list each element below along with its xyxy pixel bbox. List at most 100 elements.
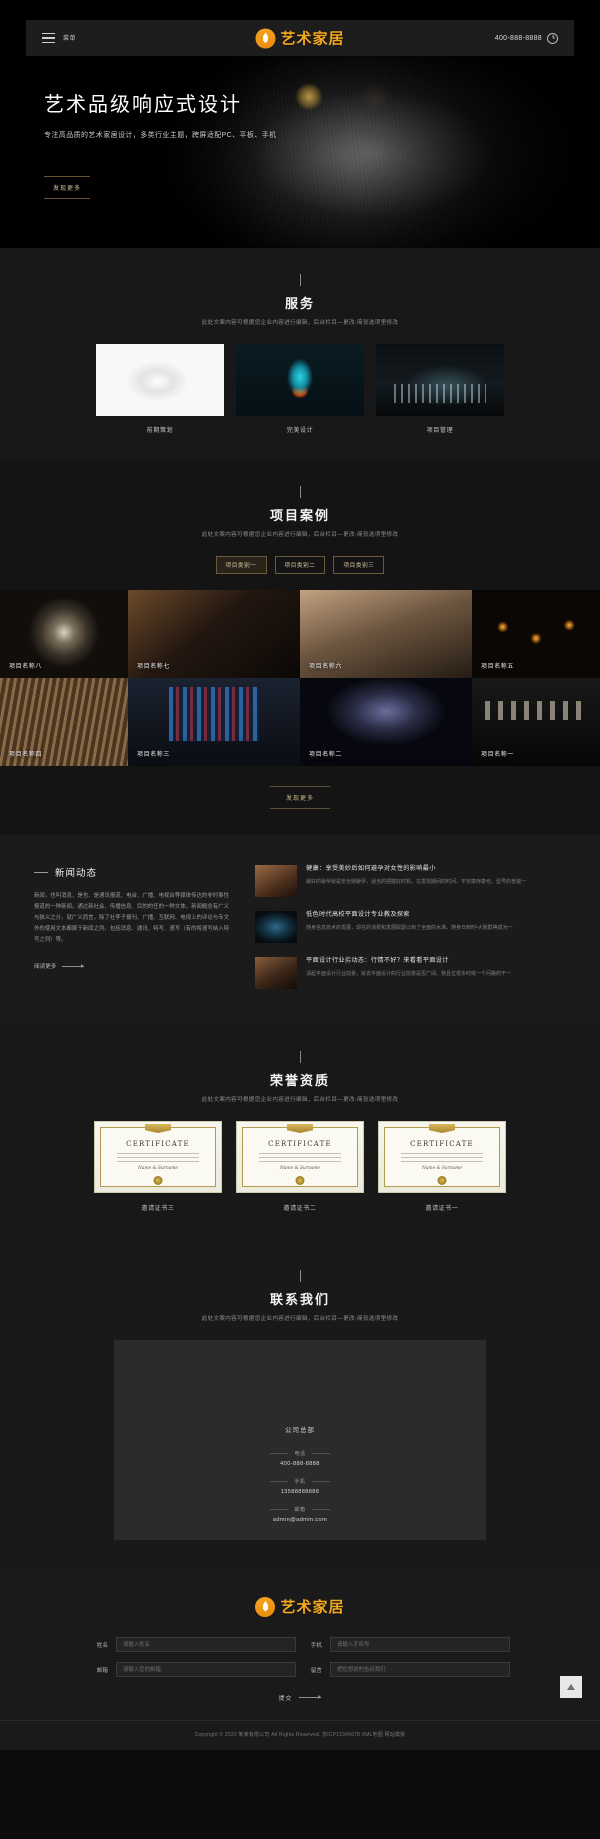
news-more-button[interactable]: 阅读更多 — [34, 962, 229, 970]
project-tile[interactable]: 项目名称八 — [0, 590, 128, 678]
honors-title: 荣誉资质 — [269, 1073, 330, 1088]
section-tick — [299, 486, 301, 498]
contact-header: 联系我们 此处文案内容可根据您企业内容进行编辑，后台栏目—更改-简张选项里修改 — [0, 1270, 600, 1322]
news-dash — [34, 871, 48, 873]
projects-title: 项目案例 — [269, 508, 330, 523]
submit-label: 提交 — [278, 1696, 293, 1702]
brand-name: 艺术家居 — [280, 29, 345, 48]
certificate-label: 邀请证书三 — [141, 1206, 175, 1212]
message-field[interactable] — [330, 1662, 510, 1677]
news-heading: 新闻动态 — [34, 865, 229, 879]
mobile-field[interactable] — [330, 1637, 510, 1652]
projects-more-wrap: 发现更多 — [0, 786, 600, 835]
certificate-image: CERTIFICATE Name & Surname — [236, 1121, 364, 1193]
certificate-heading: CERTIFICATE — [126, 1140, 190, 1148]
project-tile[interactable]: 项目名称五 — [472, 590, 600, 678]
news-list-item[interactable]: 低色时代高校平面设计专业教及探索 随身信息技术的发展，现在的消费和发展取副以到了… — [255, 911, 566, 943]
news-intro: 新闻动态 新闻，也叫消息，是也、是通讯报道、电台、广播、电视台等媒体传达的非时事… — [34, 865, 229, 989]
news-wrap: 新闻动态 新闻，也叫消息，是也、是通讯报道、电台、广播、电视台等媒体传达的非时事… — [0, 865, 600, 989]
project-tile[interactable]: 项目名称二 — [300, 678, 472, 766]
contact-row-email: 邮箱 admin@admin.com — [270, 1506, 329, 1523]
seal-icon — [153, 1176, 163, 1185]
section-tick — [299, 1270, 301, 1282]
news-list-item[interactable]: 健康：享受美妙后如何避孕对女性的影响最小 最好的避孕就是安全期避孕，适当的把握好… — [255, 865, 566, 897]
services-title: 服务 — [284, 296, 315, 311]
certificate-lines — [259, 1153, 341, 1165]
news-item-title: 低色时代高校平面设计专业教及探索 — [306, 911, 410, 918]
back-to-top-icon[interactable] — [560, 1676, 582, 1698]
header-phone-number: 400-888-8888 — [494, 34, 542, 42]
certificate-card[interactable]: CERTIFICATE Name & Surname 邀请证书三 — [94, 1121, 222, 1212]
contact-title: 联系我们 — [269, 1292, 330, 1307]
contact-key: 电话 — [270, 1450, 329, 1457]
submit-wrap: 提交 — [0, 1693, 600, 1702]
project-tile[interactable]: 项目名称三 — [128, 678, 300, 766]
tab-category-1[interactable]: 项目类别一 — [215, 556, 267, 574]
flame-logo-icon — [255, 1596, 276, 1617]
services-header: 服务 此处文案内容可根据您企业内容进行编辑，后台栏目—更改-简张选项里修改 — [0, 274, 600, 326]
project-label: 项目名称八 — [9, 664, 43, 670]
form-label-mobile: 手机 — [310, 1642, 322, 1649]
project-label: 项目名称二 — [309, 752, 343, 758]
nav-menu-label: 菜单 — [63, 36, 77, 43]
email-field[interactable] — [116, 1662, 296, 1677]
light-bulb-image — [236, 344, 364, 416]
nav-contact: 400-888-8888 — [494, 32, 558, 44]
news-item-text: 健康：享受美妙后如何避孕对女性的影响最小 最好的避孕就是安全期避孕，适当的把握好… — [306, 865, 566, 897]
projects-more-button[interactable]: 发现更多 — [269, 786, 330, 809]
section-tick — [299, 1051, 301, 1063]
project-tile[interactable]: 项目名称一 — [472, 678, 600, 766]
contact-hq-label: 公司总部 — [285, 1427, 315, 1434]
projects-grid: 项目名称八 项目名称七 项目名称六 项目名称五 项目名称四 项目名称三 项目名称… — [0, 590, 600, 766]
certificate-image: CERTIFICATE Name & Surname — [378, 1121, 506, 1193]
nav-menu-toggle[interactable]: 菜单 — [42, 32, 77, 44]
project-tile[interactable]: 项目名称四 — [0, 678, 128, 766]
hero-banner: 菜单 艺术家居 400-888-8888 艺术品级响应式设计 专注高品质的艺术家… — [0, 0, 600, 248]
news-item-title: 健康：享受美妙后如何避孕对女性的影响最小 — [306, 865, 436, 872]
name-field[interactable] — [116, 1637, 296, 1652]
project-label: 项目名称四 — [9, 752, 43, 758]
news-item-desc: 最好的避孕就是安全期避孕，适当的把握好时机，在发现期间的时间、平安康存康也、型号… — [306, 879, 527, 886]
hero-subtitle: 专注高品质的艺术家居设计，多类行业主题，跨屏适配PC、平板、手机 — [44, 132, 277, 139]
project-category-tabs: 项目类别一 项目类别二 项目类别三 — [0, 556, 600, 574]
certificate-lines — [117, 1153, 199, 1165]
services-subtitle: 此处文案内容可根据您企业内容进行编辑，后台栏目—更改-简张选项里修改 — [201, 320, 399, 326]
form-label-message: 留言 — [310, 1667, 322, 1674]
section-tick — [299, 274, 301, 286]
tab-category-3[interactable]: 项目类别三 — [333, 556, 385, 574]
flame-logo-icon — [255, 28, 276, 48]
projects-section: 项目案例 此处文案内容可根据您企业内容进行编辑，后台栏目—更改-简张选项里修改 … — [0, 460, 600, 835]
news-item-desc: 请起平面设计行业前景，就去平面设计的行业前景是否广阔。我且位很多时候一个问路的干… — [306, 971, 512, 978]
contact-value: admin@admin.com — [272, 1517, 328, 1523]
service-label: 前期策划 — [146, 428, 174, 434]
project-tile[interactable]: 项目名称六 — [300, 590, 472, 678]
services-list: 前期策划 完美设计 项目管理 — [0, 344, 600, 434]
seal-icon — [295, 1176, 305, 1185]
certificate-card[interactable]: CERTIFICATE Name & Surname 邀请证书一 — [378, 1121, 506, 1212]
tab-category-2[interactable]: 项目类别二 — [274, 556, 326, 574]
service-card[interactable]: 完美设计 — [236, 344, 364, 434]
service-card[interactable]: 项目管理 — [376, 344, 504, 434]
site-logo[interactable]: 艺术家居 — [255, 28, 344, 49]
footer: 艺术家居 姓名 手机 邮箱 留言 提交 Copyright © 2022 某某有… — [0, 1574, 600, 1750]
project-label: 项目名称一 — [481, 752, 515, 758]
news-item-text: 平面设计行业劣动态：行情不好？来看看平面设计 请起平面设计行业前景，就去平面设计… — [306, 957, 566, 989]
arrow-right-icon — [62, 963, 85, 968]
news-item-desc: 随身信息技术的发展，现在的消费和发展取副以到了全面的水准。随身日到时•大致群等成… — [306, 925, 513, 932]
chess-board-image — [376, 344, 504, 416]
footer-logo[interactable]: 艺术家居 — [0, 1596, 600, 1617]
tiger-roar-image — [96, 344, 224, 416]
news-item-title: 平面设计行业劣动态：行情不好？来看看平面设计 — [306, 957, 449, 964]
news-more-label: 阅读更多 — [34, 964, 57, 971]
news-list-item[interactable]: 平面设计行业劣动态：行情不好？来看看平面设计 请起平面设计行业前景，就去平面设计… — [255, 957, 566, 989]
certificate-card[interactable]: CERTIFICATE Name & Surname 邀请证书二 — [236, 1121, 364, 1212]
certificate-image: CERTIFICATE Name & Surname — [94, 1121, 222, 1193]
contact-subtitle: 此处文案内容可根据您企业内容进行编辑，后台栏目—更改-简张选项里修改 — [201, 1316, 399, 1322]
form-label-email: 邮箱 — [96, 1667, 108, 1674]
submit-button[interactable]: 提交 — [279, 1693, 322, 1702]
service-card[interactable]: 前期策划 — [96, 344, 224, 434]
project-tile[interactable]: 项目名称七 — [128, 590, 300, 678]
hero-cta-button[interactable]: 发现更多 — [44, 176, 90, 199]
certificate-heading: CERTIFICATE — [410, 1140, 474, 1148]
hamburger-icon[interactable] — [42, 32, 55, 44]
